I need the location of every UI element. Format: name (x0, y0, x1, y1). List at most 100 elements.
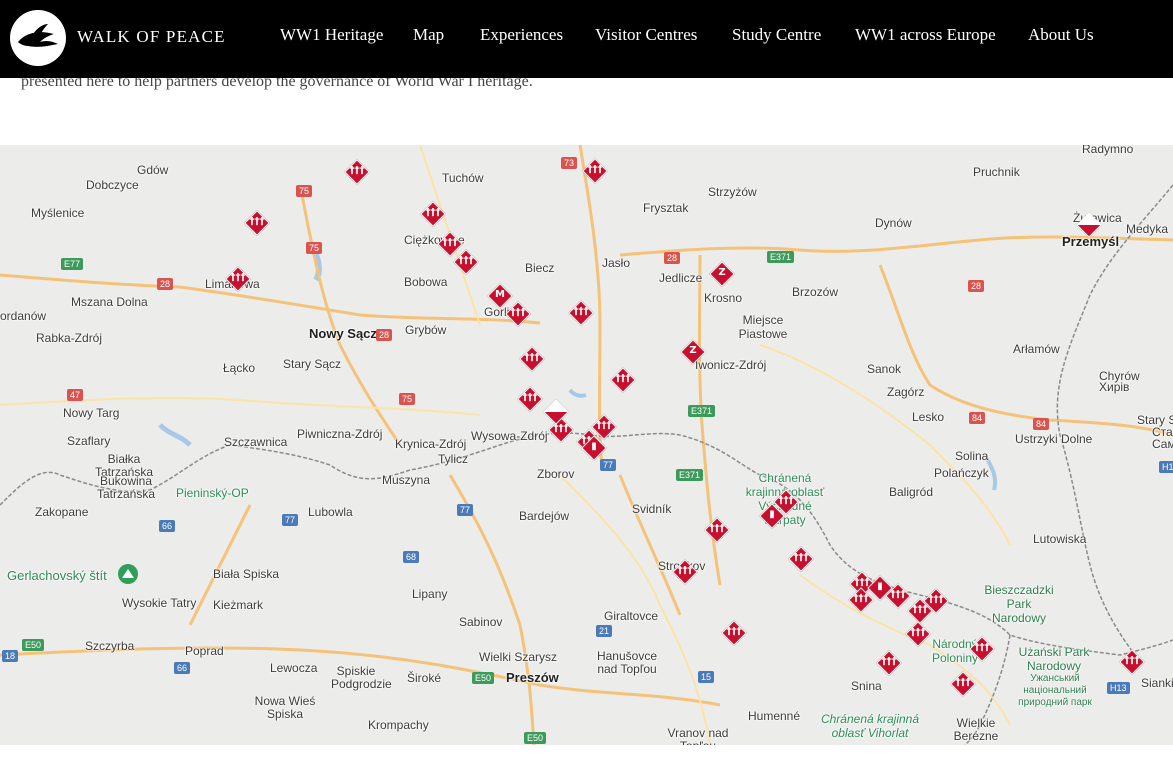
cemetery-marker-icon[interactable]: ††† (567, 299, 595, 327)
park-label: Użański Park Narodowy (1018, 645, 1090, 673)
cemetery-marker-icon[interactable]: ††† (581, 157, 609, 185)
cemetery-marker-icon[interactable]: ††† (518, 345, 546, 373)
place-label: Szczyrba (85, 639, 135, 653)
place-label: Frysztak (643, 201, 689, 215)
cemetery-marker-icon[interactable]: ††† (720, 619, 748, 647)
road-shield: 77 (457, 504, 474, 516)
road-shield: E371 (688, 405, 716, 417)
road-shield: E50 (472, 672, 495, 684)
place-label: Zborov (537, 467, 575, 481)
place-label: Wysowa-Zdrój (471, 429, 548, 443)
place-label: Lesko (912, 410, 945, 424)
place-label: Nowy Targ (63, 406, 120, 420)
road-shield: 28 (376, 329, 393, 341)
nav-visitor-centres[interactable]: Visitor Centres (595, 25, 697, 45)
cemetery-marker-icon[interactable]: ††† (1118, 648, 1146, 676)
flag-marker-icon[interactable] (1075, 211, 1103, 239)
cemetery-marker-icon[interactable]: ††† (875, 649, 903, 677)
place-label: Myślenice (31, 206, 85, 220)
place-label: Tuchów (442, 171, 484, 185)
road-shield: 75 (296, 185, 313, 197)
cemetery-marker-icon[interactable]: ††† (904, 620, 932, 648)
nav-experiences[interactable]: Experiences (480, 25, 563, 45)
place-label: Сам (1152, 437, 1173, 451)
place-label: Humenné (748, 709, 801, 723)
place-label: Wielkie Berezne (953, 716, 999, 743)
nav-ww1-across-europe[interactable]: WW1 across Europe (855, 25, 996, 45)
nav-ww1-heritage[interactable]: WW1 Heritage (280, 25, 383, 45)
place-label: Krompachy (368, 718, 429, 732)
site-header: WALK OF PEACE WW1 Heritage Map Experienc… (0, 0, 1173, 78)
road-shield: 18 (2, 650, 19, 662)
cemetery-marker-icon[interactable]: ††† (703, 516, 731, 544)
cemetery-marker-icon[interactable]: ††† (922, 587, 950, 615)
road-shield: E371 (676, 469, 704, 481)
cemetery-marker-icon[interactable]: ††† (671, 558, 699, 586)
place-label: Piwniczna-Zdrój (297, 427, 383, 441)
place-label: Rabka-Zdrój (36, 331, 103, 345)
road-shield: 21 (596, 625, 613, 637)
cemetery-marker-icon[interactable]: ††† (419, 200, 447, 228)
flag-marker-icon[interactable] (542, 398, 570, 426)
cemetery-marker-icon[interactable]: ††† (243, 209, 271, 237)
place-label: Lipany (412, 587, 448, 601)
place-label: Poprad (185, 644, 224, 658)
place-label: Łącko (223, 361, 256, 375)
place-label: Sanok (867, 362, 902, 376)
place-label: Nowy Sącz (309, 326, 377, 341)
nav-map[interactable]: Map (413, 25, 444, 45)
cemetery-marker-icon[interactable]: ††† (609, 366, 637, 394)
cemetery-marker-icon[interactable]: ††† (516, 385, 544, 413)
place-label: Biała Spiska (213, 567, 280, 581)
z-marker-icon[interactable]: Z (708, 260, 736, 288)
memorial-marker-icon[interactable]: ▮ (580, 434, 608, 462)
cemetery-marker-icon[interactable]: ††† (452, 248, 480, 276)
place-label: Wysokie Tatry (122, 596, 197, 610)
cemetery-marker-icon[interactable]: ††† (787, 545, 815, 573)
place-label: Baligród (889, 485, 934, 499)
road-shield: 28 (157, 278, 174, 290)
nav-about-us[interactable]: About Us (1028, 25, 1094, 45)
place-label: Kieżmark (213, 598, 264, 612)
cemetery-marker-icon[interactable]: ††† (343, 158, 371, 186)
place-label: Ustrzyki Dolne (1015, 432, 1093, 446)
place-label: Brzozów (792, 285, 839, 299)
map[interactable]: Gdów Dobczyce Myślenice Tuchów Ciężkowic… (0, 145, 1173, 745)
logo-text[interactable]: WALK OF PEACE (77, 27, 226, 47)
place-label: Miejsce Piastowe (738, 313, 788, 341)
place-label: Sabinov (459, 615, 503, 629)
road-shield: 28 (664, 252, 681, 264)
place-label: Radymno (1082, 145, 1134, 156)
place-label: Solina (955, 449, 989, 463)
place-label: Zakopane (35, 505, 89, 519)
place-label: Biecz (525, 261, 555, 275)
place-label: Szczawnica (224, 435, 288, 449)
place-label: Wielki Szarysz (479, 650, 558, 664)
place-label: Jasło (602, 256, 631, 270)
memorial-marker-icon[interactable]: ▮ (758, 502, 786, 530)
cemetery-marker-icon[interactable]: ††† (504, 300, 532, 328)
cemetery-marker-icon[interactable]: ††† (224, 265, 252, 293)
z-marker-icon[interactable]: Z (679, 338, 707, 366)
place-label: Sianki (1141, 676, 1173, 690)
place-label: Bardejów (519, 509, 570, 523)
road-shield: 77 (282, 514, 299, 526)
cemetery-marker-icon[interactable]: ††† (968, 635, 996, 663)
dove-logo-icon[interactable] (10, 10, 66, 66)
place-label: Pruchnik (973, 165, 1020, 179)
place-label: Krynica-Zdrój (395, 437, 467, 451)
road-shield: 15 (698, 671, 715, 683)
place-label: Preszów (506, 670, 559, 685)
cemetery-marker-icon[interactable]: ††† (949, 670, 977, 698)
place-label: Vranov nad Topľou (667, 726, 729, 746)
place-label: Stary Sącz (283, 357, 342, 371)
nav-study-centre[interactable]: Study Centre (732, 25, 821, 45)
road-shield: 66 (159, 520, 176, 532)
park-label: Pieninský-OP (176, 486, 249, 500)
place-label: Zagórz (887, 385, 925, 399)
place-label: Dobczyce (86, 178, 139, 192)
road-shield: 66 (174, 662, 191, 674)
place-label: Arłamów (1013, 342, 1060, 356)
place-label: Giraltovce (604, 609, 659, 623)
place-label: Polańczyk (934, 466, 989, 480)
